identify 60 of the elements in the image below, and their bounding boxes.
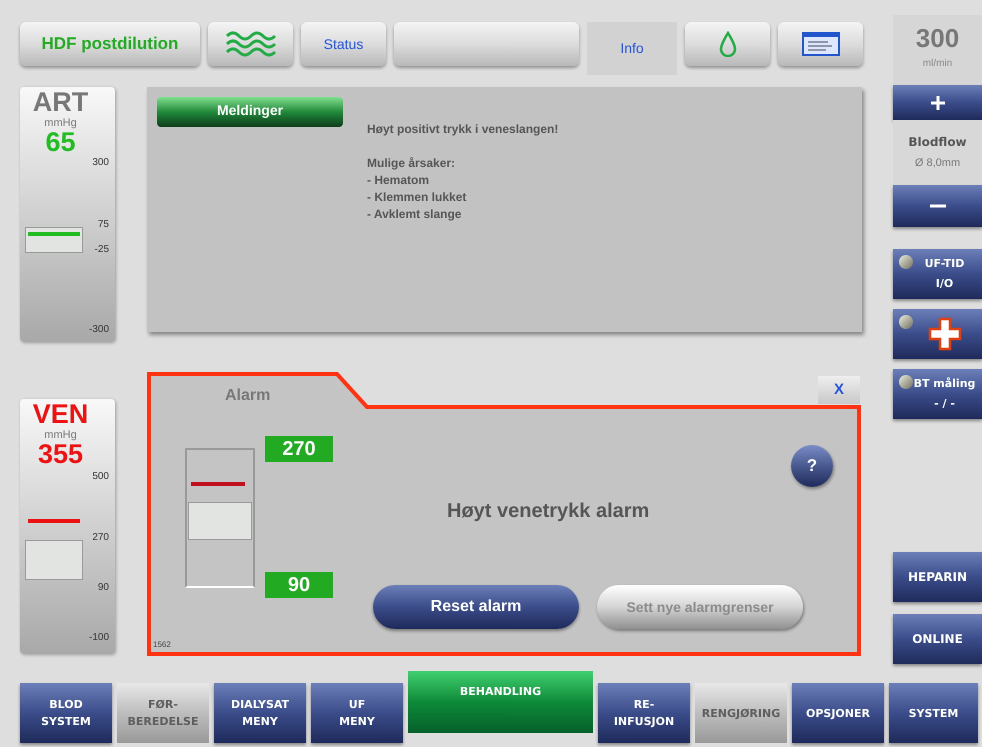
close-button[interactable]: X: [818, 376, 860, 404]
plus-icon: [930, 94, 946, 110]
scale-label: 90: [98, 581, 109, 595]
scale-label: 300: [92, 156, 109, 170]
side-menu-button[interactable]: HEPARIN: [893, 552, 982, 602]
toggle-label: BT måling: [914, 376, 976, 392]
upper-limit-field[interactable]: 270: [265, 436, 333, 462]
nav-tab[interactable]: OPSJONER: [792, 683, 884, 743]
toggle-sublabel: - / -: [934, 396, 955, 412]
decrease-button[interactable]: [893, 185, 982, 227]
gauge-unit: mmHg: [44, 118, 77, 129]
nav-tab[interactable]: RE- INFUSJON: [598, 683, 690, 743]
scale-label: 75: [98, 218, 109, 232]
alarm-message: Høyt venetrykk alarm: [447, 499, 650, 524]
cause-item: - Klemmen lukket: [367, 189, 468, 206]
toggle-label: UF-TID: [924, 256, 964, 272]
drop-button[interactable]: [685, 22, 770, 66]
toggle-button[interactable]: BT måling - / -: [893, 369, 982, 419]
increase-button[interactable]: [893, 85, 982, 120]
nav-tab[interactable]: SYSTEM: [889, 683, 978, 743]
cause-item: - Avklemt slange: [367, 206, 462, 223]
blood-flow-label: Blodflow: [908, 134, 967, 152]
tube-diameter: Ø 8,0mm: [914, 156, 960, 172]
lower-limit-field[interactable]: 90: [265, 572, 333, 598]
cross-icon: [928, 317, 962, 351]
nav-tab[interactable]: BEHANDLING: [408, 671, 593, 733]
window-icon: [802, 32, 840, 56]
waves-icon: [224, 30, 276, 58]
gauge-name: VEN: [32, 401, 88, 428]
messages-tab[interactable]: Meldinger: [157, 97, 343, 127]
alarm-action-button[interactable]: Reset alarm: [373, 585, 579, 629]
nav-tab[interactable]: BLOD SYSTEM: [20, 683, 112, 743]
scale-label: -100: [88, 631, 109, 645]
minus-icon: [930, 204, 946, 208]
nav-tab[interactable]: UF MENY: [311, 683, 403, 743]
first-aid-button[interactable]: [893, 309, 982, 359]
gauge-unit: mmHg: [44, 430, 77, 441]
info-button[interactable]: Info: [587, 22, 677, 75]
message-title: Høyt positivt trykk i veneslangen!: [367, 121, 558, 138]
blood-flow-value: 300: [916, 25, 960, 51]
scale-label: -300: [88, 323, 109, 337]
scale-label: 500: [92, 470, 109, 484]
toggle-sublabel: I/O: [936, 276, 954, 292]
blood-flow-unit: ml/min: [922, 57, 952, 71]
gauge-value: 65: [45, 129, 76, 156]
cause-item: - Hematom: [367, 172, 430, 189]
scale-label: 270: [92, 531, 109, 545]
limit-window: [25, 540, 83, 580]
nav-tab[interactable]: DIALYSAT MENY: [214, 683, 306, 743]
scale-label: -25: [94, 243, 109, 257]
waves-button[interactable]: [208, 22, 293, 66]
gauge-value: 355: [38, 441, 84, 468]
side-menu-button[interactable]: ONLINE: [893, 614, 982, 664]
toggle-button[interactable]: UF-TID I/O: [893, 249, 982, 299]
screen-button[interactable]: [778, 22, 863, 66]
causes-heading: Mulige årsaker:: [367, 155, 456, 172]
alarm-code: 1562: [153, 639, 171, 651]
status-button[interactable]: Status: [301, 22, 386, 66]
gauge-name: ART: [32, 89, 88, 116]
drop-icon: [718, 31, 736, 57]
